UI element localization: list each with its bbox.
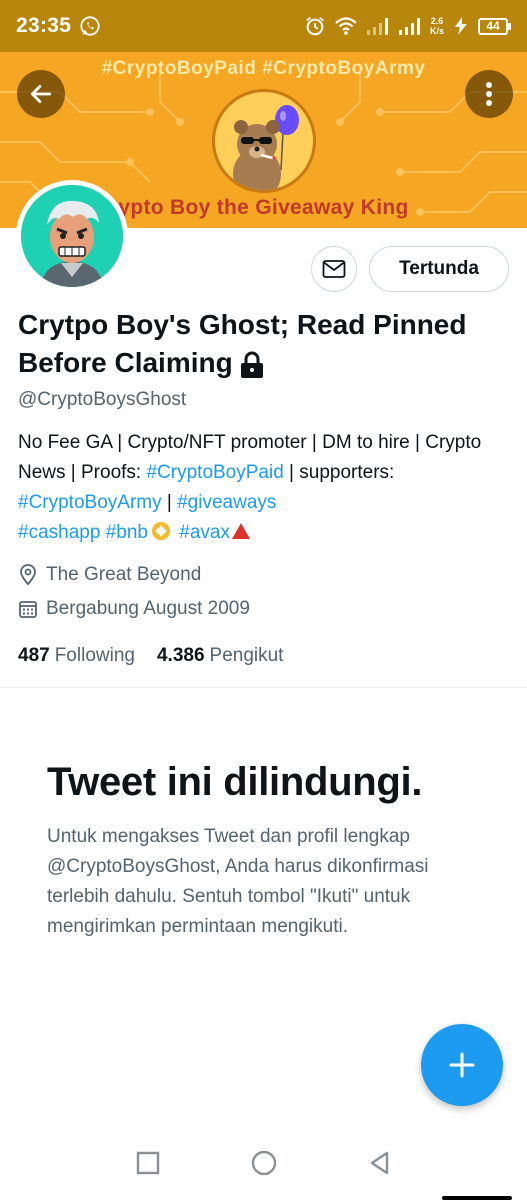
- location-text: The Great Beyond: [46, 564, 202, 585]
- net-speed-value: 2.6: [430, 16, 444, 26]
- battery-level: 44: [478, 17, 508, 35]
- bio: No Fee GA | Crypto/NFT promoter | DM to …: [18, 428, 513, 548]
- joined-text: Bergabung August 2009: [46, 598, 250, 619]
- followers-label: Pengikut: [209, 645, 284, 666]
- bear-mascot-image: [212, 89, 316, 193]
- divider: [0, 687, 527, 688]
- avatar-image: [21, 185, 123, 287]
- home-circle-icon[interactable]: [250, 1149, 278, 1177]
- followers-count: 4.386: [156, 645, 205, 666]
- back-triangle-icon[interactable]: [367, 1150, 393, 1176]
- net-speed-unit: K/s: [429, 26, 444, 36]
- hashtag-link[interactable]: #CryptoBoyPaid: [146, 462, 283, 483]
- bio-text: | supporters:: [283, 462, 395, 483]
- display-name: Crytpo Boy's Ghost; Read Pinned Before C…: [18, 306, 498, 382]
- hashtag-link[interactable]: #giveaways: [177, 492, 276, 513]
- whatsapp-icon: [80, 16, 100, 36]
- location-row: The Great Beyond: [18, 564, 201, 586]
- following-label: Following: [54, 645, 135, 666]
- compose-tweet-button[interactable]: [421, 1024, 503, 1106]
- more-options-button[interactable]: [465, 70, 513, 118]
- following-link[interactable]: 487 Following: [18, 645, 135, 667]
- follow-stats: 487 Following 4.386 Pengikut: [18, 645, 283, 667]
- banner-hashtags: #CryptoBoyPaid #CryptoBoyArmy: [101, 58, 426, 79]
- handle: @CryptoBoysGhost: [18, 389, 187, 410]
- signal-icon: [398, 18, 420, 35]
- status-time: 23:35: [16, 14, 72, 37]
- plus-icon: [449, 1052, 475, 1078]
- bio-text: |: [161, 492, 178, 513]
- hashtag-link[interactable]: #cashapp: [18, 522, 100, 543]
- recents-square-icon[interactable]: [135, 1150, 161, 1176]
- mail-icon: [322, 260, 346, 278]
- hashtag-link[interactable]: #bnb: [106, 522, 148, 543]
- system-nav-bar: [0, 1126, 527, 1200]
- charging-icon: [455, 17, 467, 35]
- joined-row: Bergabung August 2009: [18, 598, 250, 620]
- followers-link[interactable]: 4.386 Pengikut: [157, 645, 284, 667]
- protected-title: Tweet ini dilindungi.: [47, 760, 423, 804]
- back-button[interactable]: [17, 70, 65, 118]
- protected-description: Untuk mengakses Tweet dan profil lengkap…: [47, 826, 429, 937]
- signal-icon: [366, 18, 388, 35]
- net-speed: 2.6 K/s: [430, 16, 444, 36]
- hashtag-link[interactable]: #CryptoBoyArmy: [18, 492, 162, 513]
- location-pin-icon: [20, 564, 36, 586]
- pending-follow-button[interactable]: Tertunda: [369, 246, 509, 292]
- bnb-coin-icon: [151, 522, 170, 540]
- avatar[interactable]: [16, 180, 128, 292]
- red-triangle-icon: [231, 523, 250, 539]
- following-count: 487: [18, 645, 50, 666]
- alarm-icon: [306, 17, 324, 36]
- calendar-icon: [19, 601, 37, 618]
- lock-icon: [240, 351, 263, 378]
- battery-icon: 44: [478, 17, 511, 35]
- status-icons: 2.6 K/s 44: [304, 15, 511, 37]
- hashtag-link[interactable]: #avax: [179, 522, 230, 543]
- status-bar: 23:35 2.6 K/s 44: [0, 0, 527, 52]
- wifi-icon: [335, 17, 357, 35]
- message-button[interactable]: [311, 246, 357, 292]
- more-vertical-icon: [486, 82, 492, 106]
- arrow-left-icon: [30, 85, 52, 103]
- gesture-indicator: [442, 1196, 512, 1200]
